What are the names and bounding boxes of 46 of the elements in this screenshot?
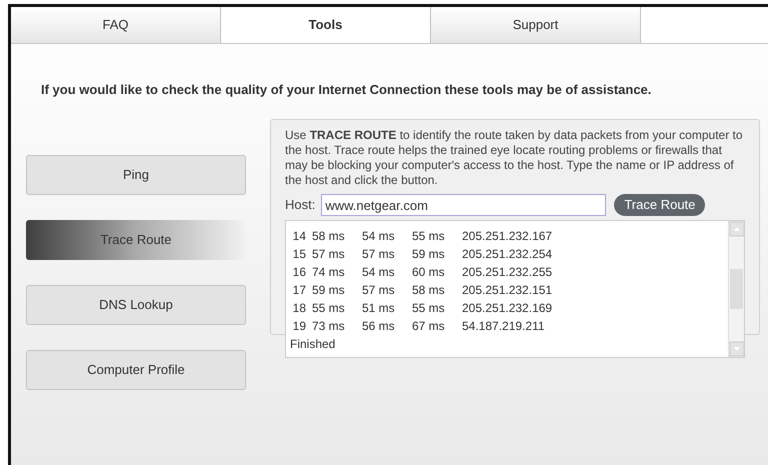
- result-cell-text: 55 ms: [412, 300, 446, 317]
- result-cell-text: 54 ms: [362, 228, 396, 245]
- result-cell-text: 59 ms: [312, 282, 346, 299]
- result-cell-text: 205.251.232.254: [462, 246, 554, 263]
- result-cell-text: 16: [292, 264, 307, 281]
- result-cell-text: 59 ms: [412, 246, 446, 263]
- tool-button[interactable]: Trace Route: [26, 220, 246, 260]
- result-cell-text: 56 ms: [362, 318, 396, 335]
- result-cell-text: 19: [292, 318, 307, 335]
- host-field[interactable]: www.netgear.com: [321, 194, 606, 216]
- scroll-thumb[interactable]: [730, 269, 743, 309]
- result-cell-text: 74 ms: [312, 264, 346, 281]
- intro-text: If you would like to check the quality of your Internet Connection these tools may be of assistance.: [41, 81, 652, 99]
- trace-route-button[interactable]: Trace Route: [614, 194, 706, 216]
- result-cell-text: 55 ms: [312, 300, 346, 317]
- result-cell-text: 205.251.232.169: [462, 300, 554, 317]
- result-cell-text: 57 ms: [362, 282, 396, 299]
- result-cell-text: 60 ms: [412, 264, 446, 281]
- scroll-up-icon[interactable]: [729, 221, 745, 237]
- result-cell-text: 58 ms: [312, 228, 346, 245]
- scrollbar[interactable]: [728, 221, 744, 357]
- status-text: Finished: [290, 336, 336, 353]
- description-text: Use TRACE ROUTE to identify the route taken by data packets from your computer to the host. Trace route helps the trained eye locate routing problems or firewalls that may be blocking your computer's access to the host. Type the name or IP address of the host and click the button.: [285, 128, 744, 188]
- result-cell-text: 57 ms: [362, 246, 396, 263]
- result-cell-text: 15: [292, 246, 307, 263]
- result-cell-text: 14: [292, 228, 307, 245]
- result-cell-text: 57 ms: [312, 246, 346, 263]
- host-label: Host:: [285, 196, 316, 214]
- result-cell-text: 205.251.232.167: [462, 228, 554, 245]
- tab[interactable]: Support: [431, 7, 641, 43]
- result-cell-text: 73 ms: [312, 318, 346, 335]
- result-cell-text: 51 ms: [362, 300, 396, 317]
- result-cell-text: 205.251.232.151: [462, 282, 554, 299]
- result-cell-text: 54.187.219.211: [462, 318, 546, 335]
- result-cell-text: 18: [292, 300, 307, 317]
- result-cell-text: 54 ms: [362, 264, 396, 281]
- result-cell-text: 17: [292, 282, 307, 299]
- tab[interactable]: FAQ: [11, 7, 221, 43]
- tool-button[interactable]: Computer Profile: [26, 350, 246, 390]
- scroll-down-icon[interactable]: [729, 341, 745, 357]
- result-cell-text: 67 ms: [412, 318, 446, 335]
- result-cell-text: 205.251.232.255: [462, 264, 554, 281]
- tool-button[interactable]: Ping: [26, 155, 246, 195]
- tool-button[interactable]: DNS Lookup: [26, 285, 246, 325]
- result-cell-text: 55 ms: [412, 228, 446, 245]
- result-cell-text: 58 ms: [412, 282, 446, 299]
